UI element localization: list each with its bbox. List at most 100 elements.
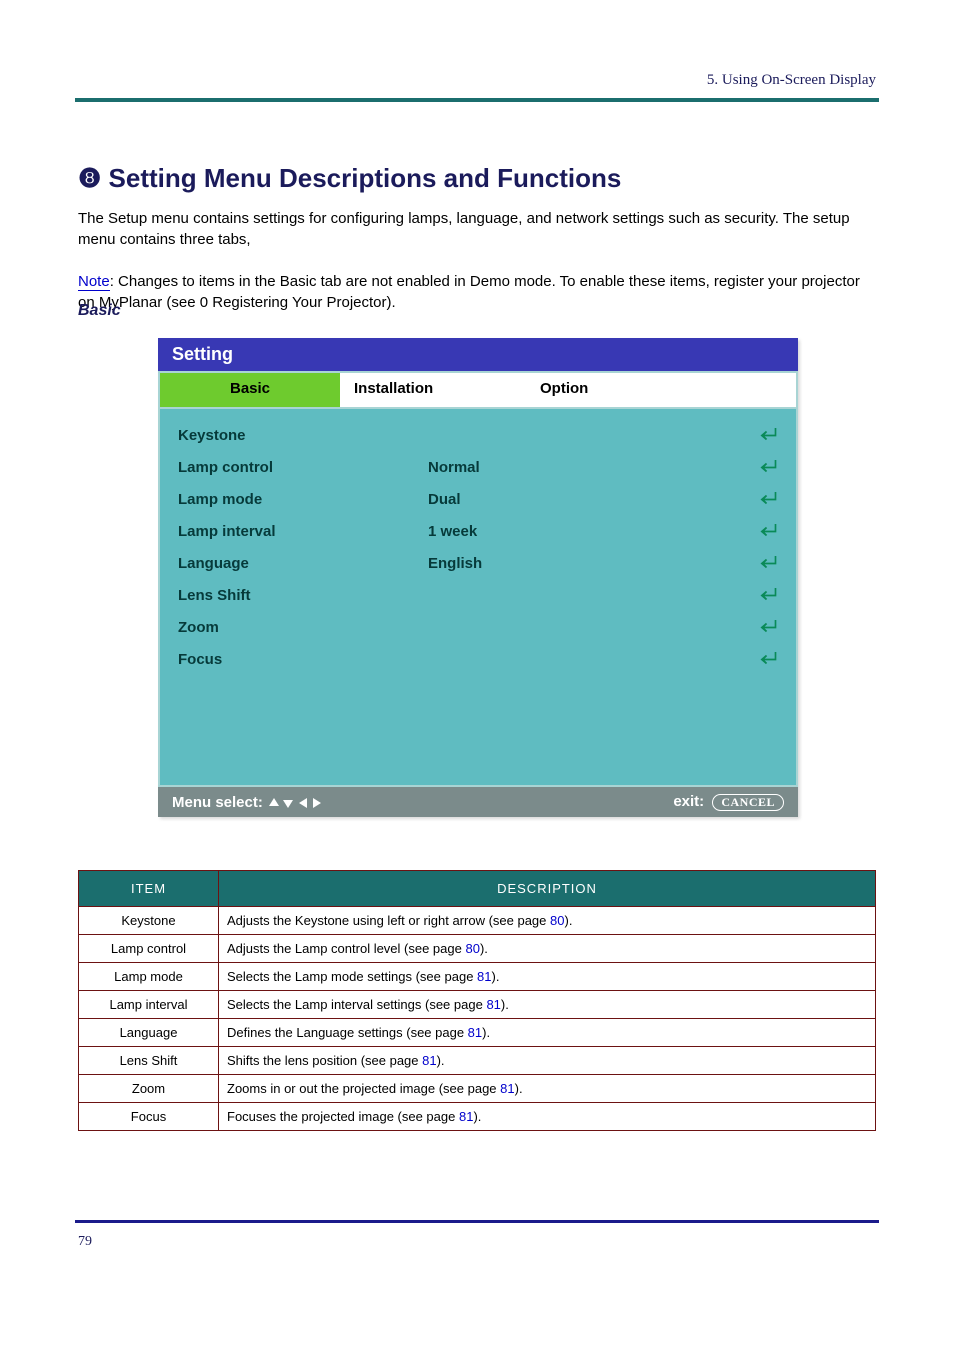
desc-suffix: ). bbox=[501, 997, 509, 1012]
table-row: Lens Shift Shifts the lens position (see… bbox=[79, 1047, 876, 1075]
exit-label: exit: bbox=[673, 793, 704, 810]
item-cell: Lamp control bbox=[79, 935, 219, 963]
item-cell: Lamp mode bbox=[79, 963, 219, 991]
item-cell: Lamp interval bbox=[79, 991, 219, 1019]
table-row: Lamp control Adjusts the Lamp control le… bbox=[79, 935, 876, 963]
item-cell: Language bbox=[79, 1019, 219, 1047]
desc-suffix: ). bbox=[564, 913, 572, 928]
osd-row-label: Focus bbox=[178, 651, 428, 668]
desc-cell: Focuses the projected image (see page 81… bbox=[219, 1103, 876, 1131]
enter-icon bbox=[754, 649, 778, 669]
desc-cell: Selects the Lamp interval settings (see … bbox=[219, 991, 876, 1019]
page-link[interactable]: 81 bbox=[459, 1109, 473, 1124]
table-row: Lamp interval Selects the Lamp interval … bbox=[79, 991, 876, 1019]
desc-cell: Selects the Lamp mode settings (see page… bbox=[219, 963, 876, 991]
osd-row[interactable]: Keystone bbox=[178, 419, 778, 451]
osd-menu: Setting Basic Installation Option Keysto… bbox=[158, 338, 798, 817]
page-link[interactable]: 80 bbox=[550, 913, 564, 928]
page-link[interactable]: 81 bbox=[500, 1081, 514, 1096]
enter-icon bbox=[754, 457, 778, 477]
page-link[interactable]: 81 bbox=[477, 969, 491, 984]
item-cell: Keystone bbox=[79, 907, 219, 935]
table-row: Keystone Adjusts the Keystone using left… bbox=[79, 907, 876, 935]
desc-suffix: ). bbox=[515, 1081, 523, 1096]
intro-paragraph: The Setup menu contains settings for con… bbox=[78, 208, 878, 313]
osd-row-label: Zoom bbox=[178, 619, 428, 636]
osd-row-value: Dual bbox=[428, 491, 754, 508]
page-link[interactable]: 80 bbox=[465, 941, 479, 956]
osd-row-label: Lamp mode bbox=[178, 491, 428, 508]
osd-row-value: English bbox=[428, 555, 754, 572]
intro-text-2: : Changes to items in the Basic tab are … bbox=[78, 273, 860, 311]
intro-text-1: The Setup menu contains settings for con… bbox=[78, 210, 850, 248]
desc-suffix: ). bbox=[492, 969, 500, 984]
osd-footer-right: exit: CANCEL bbox=[673, 793, 784, 811]
section-title: ❽ Setting Menu Descriptions and Function… bbox=[78, 163, 621, 194]
enter-icon bbox=[754, 521, 778, 541]
table-row: Language Defines the Language settings (… bbox=[79, 1019, 876, 1047]
intro-page-ref: 0 bbox=[200, 294, 208, 311]
osd-row[interactable]: Focus bbox=[178, 643, 778, 675]
osd-tabs: Basic Installation Option bbox=[158, 371, 798, 407]
osd-row-label: Lamp control bbox=[178, 459, 428, 476]
osd-row-value: Normal bbox=[428, 459, 754, 476]
osd-row[interactable]: Lamp mode Dual bbox=[178, 483, 778, 515]
note-link: Note bbox=[78, 273, 110, 291]
th-item: ITEM bbox=[79, 871, 219, 907]
page-link[interactable]: 81 bbox=[422, 1053, 436, 1068]
enter-icon bbox=[754, 489, 778, 509]
tab-installation[interactable]: Installation bbox=[340, 373, 520, 407]
item-cell: Lens Shift bbox=[79, 1047, 219, 1075]
table-row: Lamp mode Selects the Lamp mode settings… bbox=[79, 963, 876, 991]
enter-icon bbox=[754, 585, 778, 605]
desc-cell: Adjusts the Lamp control level (see page… bbox=[219, 935, 876, 963]
header-rule bbox=[75, 98, 879, 102]
osd-row[interactable]: Lamp interval 1 week bbox=[178, 515, 778, 547]
osd-row-label: Lamp interval bbox=[178, 523, 428, 540]
running-head: 5. Using On-Screen Display bbox=[707, 72, 876, 89]
desc-text: Zooms in or out the projected image (see… bbox=[227, 1081, 500, 1096]
osd-row-label: Lens Shift bbox=[178, 587, 428, 604]
th-description: DESCRIPTION bbox=[219, 871, 876, 907]
desc-cell: Zooms in or out the projected image (see… bbox=[219, 1075, 876, 1103]
desc-cell: Adjusts the Keystone using left or right… bbox=[219, 907, 876, 935]
description-table: ITEM DESCRIPTION Keystone Adjusts the Ke… bbox=[78, 870, 876, 1131]
osd-row[interactable]: Lamp control Normal bbox=[178, 451, 778, 483]
page-link[interactable]: 81 bbox=[486, 997, 500, 1012]
desc-text: Adjusts the Keystone using left or right… bbox=[227, 913, 550, 928]
osd-row[interactable]: Language English bbox=[178, 547, 778, 579]
page-link[interactable]: 81 bbox=[468, 1025, 482, 1040]
tab-basic[interactable]: Basic bbox=[160, 373, 340, 407]
page-number: 79 bbox=[78, 1234, 92, 1250]
desc-text: Defines the Language settings (see page bbox=[227, 1025, 468, 1040]
desc-suffix: ). bbox=[480, 941, 488, 956]
enter-icon bbox=[754, 425, 778, 445]
osd-footer: Menu select: exit: CANCEL bbox=[158, 787, 798, 817]
osd-row-label: Keystone bbox=[178, 427, 428, 444]
desc-text: Selects the Lamp mode settings (see page bbox=[227, 969, 477, 984]
item-cell: Focus bbox=[79, 1103, 219, 1131]
desc-suffix: ). bbox=[482, 1025, 490, 1040]
tab-option[interactable]: Option bbox=[520, 373, 690, 407]
enter-icon bbox=[754, 553, 778, 573]
osd-row-label: Language bbox=[178, 555, 428, 572]
arrow-icons bbox=[267, 794, 323, 811]
desc-cell: Defines the Language settings (see page … bbox=[219, 1019, 876, 1047]
desc-text: Adjusts the Lamp control level (see page bbox=[227, 941, 465, 956]
desc-cell: Shifts the lens position (see page 81). bbox=[219, 1047, 876, 1075]
desc-suffix: ). bbox=[473, 1109, 481, 1124]
enter-icon bbox=[754, 617, 778, 637]
desc-suffix: ). bbox=[437, 1053, 445, 1068]
osd-row-value: 1 week bbox=[428, 523, 754, 540]
footer-rule bbox=[75, 1220, 879, 1223]
menu-select-label: Menu select: bbox=[172, 794, 263, 811]
osd-row[interactable]: Lens Shift bbox=[178, 579, 778, 611]
osd-row[interactable]: Zoom bbox=[178, 611, 778, 643]
desc-text: Focuses the projected image (see page bbox=[227, 1109, 459, 1124]
osd-footer-left: Menu select: bbox=[172, 794, 323, 811]
item-cell: Zoom bbox=[79, 1075, 219, 1103]
desc-text: Shifts the lens position (see page bbox=[227, 1053, 422, 1068]
table-row: Zoom Zooms in or out the projected image… bbox=[79, 1075, 876, 1103]
desc-text: Selects the Lamp interval settings (see … bbox=[227, 997, 486, 1012]
table-row: Focus Focuses the projected image (see p… bbox=[79, 1103, 876, 1131]
